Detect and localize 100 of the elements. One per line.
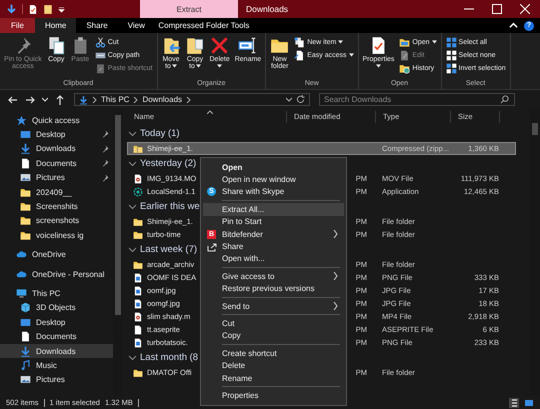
select-all-icon bbox=[446, 36, 457, 48]
caret-icon bbox=[348, 53, 354, 57]
sidebar-item[interactable]: OneDrive - Personal bbox=[0, 266, 113, 282]
menu-item[interactable]: Open in new window bbox=[203, 173, 344, 186]
back-icon[interactable] bbox=[8, 94, 18, 104]
sort-caret-icon bbox=[207, 110, 213, 114]
caret-icon bbox=[376, 64, 381, 68]
breadcrumb[interactable]: Downloads bbox=[142, 95, 182, 104]
sidebar-item[interactable]: Music bbox=[0, 358, 113, 373]
sidebar-item[interactable]: Downloads bbox=[0, 344, 113, 358]
sidebar-item[interactable]: Pictures bbox=[0, 372, 113, 388]
music-icon bbox=[20, 360, 31, 371]
image-file-icon bbox=[133, 272, 143, 282]
refresh-icon[interactable] bbox=[296, 95, 305, 104]
folder-icon[interactable] bbox=[43, 4, 53, 14]
chevron-icon[interactable] bbox=[129, 160, 136, 166]
sidebar-item[interactable]: voiceliness ig bbox=[0, 228, 113, 243]
cloud-icon bbox=[16, 268, 27, 280]
sidebar-item[interactable]: Documents bbox=[0, 329, 113, 344]
group-header[interactable]: Yesterday (2) bbox=[140, 158, 196, 169]
menu-item[interactable]: Extract All... bbox=[203, 203, 344, 216]
menu-item[interactable]: Create shortcut bbox=[203, 347, 344, 360]
image-file-icon bbox=[133, 338, 143, 348]
close-icon[interactable] bbox=[520, 4, 530, 14]
breadcrumb[interactable]: This PC bbox=[101, 95, 130, 104]
menu-item[interactable]: Properties bbox=[203, 389, 344, 402]
history-icon bbox=[399, 62, 410, 74]
zip-folder-icon bbox=[133, 144, 143, 154]
search-field[interactable]: Search Downloads bbox=[319, 93, 515, 106]
menu-item[interactable]: Pin to Start bbox=[203, 216, 344, 228]
download-icon[interactable] bbox=[6, 4, 17, 14]
chevron-icon bbox=[133, 96, 138, 102]
caret-icon bbox=[432, 40, 437, 44]
invert-selection-icon bbox=[446, 62, 457, 74]
group-header[interactable]: Last month (8 bbox=[140, 352, 198, 363]
new-item-icon bbox=[294, 36, 306, 48]
computer-icon bbox=[16, 288, 27, 299]
sidebar-item[interactable]: Desktop bbox=[0, 127, 113, 142]
chevron-icon[interactable] bbox=[129, 246, 136, 252]
ribbon-tab[interactable]: Compressed Folder Tools bbox=[154, 18, 253, 33]
maximize-icon[interactable] bbox=[492, 4, 502, 14]
recent-locations-icon[interactable] bbox=[42, 96, 48, 102]
menu-item[interactable]: Send to bbox=[203, 300, 344, 312]
ribbon-tab[interactable]: View bbox=[118, 18, 155, 33]
shortcut-icon bbox=[94, 62, 106, 74]
folder-icon bbox=[20, 201, 31, 212]
menu-item[interactable]: Share bbox=[203, 240, 344, 253]
chevron-icon[interactable] bbox=[129, 204, 136, 210]
pin-icon[interactable] bbox=[101, 174, 109, 182]
cube-icon bbox=[20, 302, 31, 314]
folder-icon bbox=[133, 230, 143, 240]
copy-icon bbox=[46, 36, 66, 55]
sidebar-item[interactable]: 3D Objects bbox=[0, 300, 113, 316]
menu-item[interactable]: Open bbox=[203, 161, 344, 174]
sidebar-item[interactable]: Screenshits bbox=[0, 199, 113, 214]
sidebar-item[interactable]: Pictures bbox=[0, 170, 113, 185]
sidebar-item[interactable]: Downloads bbox=[0, 142, 113, 156]
menu-item[interactable]: Cut bbox=[203, 317, 344, 330]
group-header[interactable]: Earlier this we bbox=[140, 201, 200, 212]
chevron-icon[interactable] bbox=[129, 354, 136, 360]
sidebar-item[interactable]: Quick access bbox=[0, 113, 113, 128]
sidebar-item[interactable]: Documents bbox=[0, 156, 113, 171]
sidebar-item[interactable]: screenshots bbox=[0, 214, 113, 228]
share-icon bbox=[207, 242, 217, 252]
ribbon-tab[interactable]: Share bbox=[76, 18, 118, 33]
caret-icon bbox=[217, 64, 222, 68]
pin-icon[interactable] bbox=[101, 144, 109, 153]
details-view-icon[interactable] bbox=[509, 398, 519, 408]
pin-icon[interactable] bbox=[101, 159, 109, 168]
folder-icon bbox=[133, 368, 143, 378]
menu-item[interactable]: Open with... bbox=[203, 252, 344, 266]
address-bar[interactable]: This PC Downloads bbox=[74, 93, 310, 106]
menu-item[interactable]: Rename bbox=[203, 372, 344, 384]
large-icons-view-icon[interactable] bbox=[524, 398, 534, 408]
menu-item[interactable]: Copy bbox=[203, 330, 344, 342]
sidebar-item[interactable]: 202409__ bbox=[0, 184, 113, 200]
menu-item[interactable]: Delete bbox=[203, 359, 344, 372]
up-icon[interactable] bbox=[55, 94, 65, 104]
forward-icon[interactable] bbox=[25, 94, 35, 104]
group-header[interactable]: Last week (7) bbox=[140, 244, 198, 255]
folder-icon bbox=[20, 186, 31, 198]
sidebar-item[interactable]: Desktop bbox=[0, 315, 113, 330]
desktop-icon bbox=[20, 316, 31, 328]
sidebar-item[interactable]: OneDrive bbox=[0, 248, 113, 262]
chevron-icon bbox=[186, 96, 192, 102]
menu-item[interactable]: Restore previous versions bbox=[203, 282, 344, 295]
menu-item[interactable]: Give access to bbox=[203, 270, 344, 283]
collapse-ribbon-icon[interactable] bbox=[509, 21, 518, 30]
file-tab[interactable]: File bbox=[0, 18, 35, 33]
sidebar-item[interactable]: This PC bbox=[0, 286, 113, 301]
group-header[interactable]: Today (1) bbox=[140, 128, 180, 139]
pin-icon[interactable] bbox=[101, 130, 109, 138]
ribbon-tab[interactable]: Home bbox=[35, 18, 76, 33]
dropdown-icon[interactable] bbox=[286, 97, 292, 102]
search-icon bbox=[500, 95, 509, 104]
chevron-icon[interactable] bbox=[129, 130, 136, 136]
folder-icon bbox=[133, 216, 143, 226]
desktop-icon bbox=[20, 129, 31, 140]
properties-icon[interactable] bbox=[28, 4, 38, 14]
document-icon bbox=[20, 158, 31, 169]
